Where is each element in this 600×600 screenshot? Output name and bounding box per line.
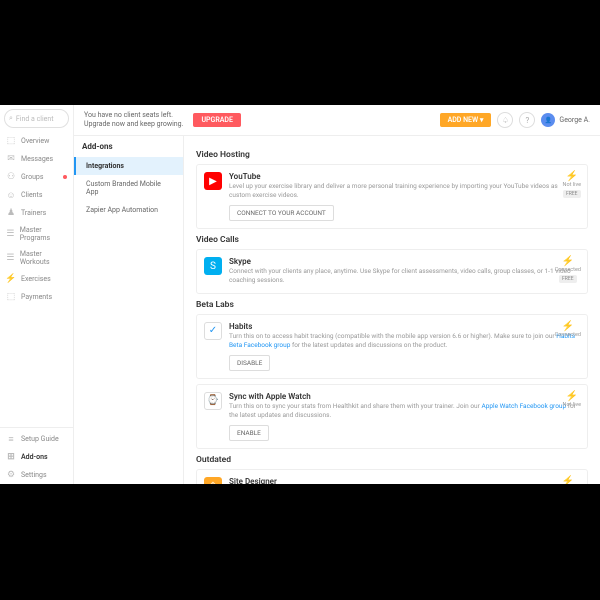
youtube-connect-button[interactable]: CONNECT TO YOUR ACCOUNT [229,205,334,221]
section-outdated: Outdated [196,455,588,465]
habits-status: ⚡Connected [555,321,581,338]
help-icon[interactable]: ? [519,112,535,128]
avatar: 👤 [541,113,555,127]
subnav-zapier[interactable]: Zapier App Automation [74,201,183,219]
notification-dot [63,175,67,179]
nav-settings[interactable]: ⚙Settings [0,466,73,484]
section-video-hosting: Video Hosting [196,150,588,160]
section-video-calls: Video Calls [196,235,588,245]
watch-enable-button[interactable]: ENABLE [229,425,269,441]
main: You have no client seats left.Upgrade no… [74,105,600,484]
content: Video Hosting ▶ YouTube Level up your ex… [184,136,600,484]
skype-status: ⚡ConnectedFREE [555,256,581,283]
nav-programs[interactable]: ☰Master Programs [0,222,73,246]
bolt-icon: ⚡ [555,321,581,332]
payments-icon: ⬚ [6,292,16,302]
workouts-icon: ☰ [6,253,15,263]
setup-icon: ≡ [6,434,16,444]
sidebar: ⌕Find a client ⬚Overview ✉Messages ⚇Grou… [0,105,74,484]
exercises-icon: ⚡ [6,274,16,284]
section-beta: Beta Labs [196,300,588,310]
upgrade-button[interactable]: UPGRADE [193,113,241,127]
bolt-icon: ⚡ [555,476,581,484]
add-new-button[interactable]: ADD NEW ▾ [440,113,492,127]
skype-icon: S [204,257,222,275]
groups-icon: ⚇ [6,172,16,182]
nav-payments[interactable]: ⬚Payments [0,288,73,306]
nav-setup[interactable]: ≡Setup Guide [0,430,73,448]
card-skype: S Skype Connect with your clients any pl… [196,249,588,293]
nav-exercises[interactable]: ⚡Exercises [0,270,73,288]
search-icon: ⌕ [9,114,13,123]
habits-icon: ✓ [204,322,222,340]
nav-trainers[interactable]: ♟Trainers [0,204,73,222]
user-menu[interactable]: 👤George A. [541,113,590,127]
nav-groups[interactable]: ⚇Groups [0,168,73,186]
bolt-icon: ⚡ [555,256,581,267]
clients-icon: ☺ [6,190,16,200]
banner: You have no client seats left.Upgrade no… [74,105,600,136]
home-icon: ⬚ [6,136,16,146]
app-window: ⌕Find a client ⬚Overview ✉Messages ⚇Grou… [0,105,600,484]
card-site-designer: ◈ Site Designer This is the legacy Train… [196,469,588,484]
watch-status: ⚡Not live [563,391,581,408]
subnav-title: Add-ons [74,136,183,157]
trainers-icon: ♟ [6,208,16,218]
subnav: Add-ons Integrations Custom Branded Mobi… [74,136,184,484]
message-icon: ✉ [6,154,16,164]
bolt-icon: ⚡ [563,171,581,182]
site-status: ⚡ConnectedFREE [555,476,581,484]
apple-watch-icon: ⌚ [204,392,222,410]
nav-bottom: ≡Setup Guide ⊞Add-ons ⚙Settings [0,427,73,484]
banner-text: You have no client seats left.Upgrade no… [84,111,183,129]
site-designer-icon: ◈ [204,477,222,484]
nav-addons[interactable]: ⊞Add-ons [0,448,73,466]
programs-icon: ☰ [6,229,15,239]
habits-disable-button[interactable]: DISABLE [229,355,270,371]
body: Add-ons Integrations Custom Branded Mobi… [74,136,600,484]
nav-workouts[interactable]: ☰Master Workouts [0,246,73,270]
search-input[interactable]: ⌕Find a client [4,109,69,128]
youtube-status: ⚡Not liveFREE [563,171,581,198]
nav-main: ⬚Overview ✉Messages ⚇Groups ☺Clients ♟Tr… [0,132,73,427]
subnav-mobile-app[interactable]: Custom Branded Mobile App [74,175,183,201]
addons-icon: ⊞ [6,452,16,462]
subnav-integrations[interactable]: Integrations [74,157,183,175]
card-apple-watch: ⌚ Sync with Apple Watch Turn this on to … [196,384,588,449]
bolt-icon: ⚡ [563,391,581,402]
card-habits: ✓ Habits Turn this on to access habit tr… [196,314,588,379]
gear-icon: ⚙ [6,470,16,480]
card-youtube: ▶ YouTube Level up your exercise library… [196,164,588,229]
bell-icon[interactable]: ♤ [497,112,513,128]
watch-fb-link[interactable]: Apple Watch Facebook group [481,402,566,410]
nav-messages[interactable]: ✉Messages [0,150,73,168]
youtube-icon: ▶ [204,172,222,190]
nav-clients[interactable]: ☺Clients [0,186,73,204]
nav-overview[interactable]: ⬚Overview [0,132,73,150]
